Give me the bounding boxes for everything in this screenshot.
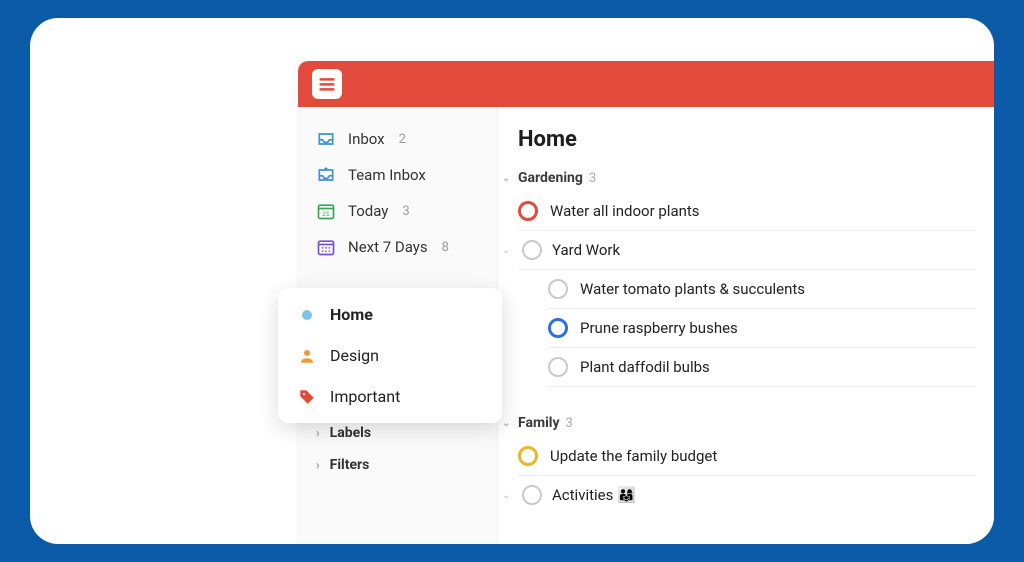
next7-icon [316,237,336,257]
sidebar-label: Inbox [348,130,385,148]
app-logo-icon [312,69,342,99]
chevron-down-icon: ⌄ [502,490,512,501]
chevron-down-icon: ⌄ [502,418,512,429]
section-count: 3 [589,171,596,186]
task-title: Prune raspberry bushes [580,319,738,337]
sidebar-item-next-7-days[interactable]: Next 7 Days 8 [298,229,497,265]
section-count: 3 [566,416,573,431]
chevron-right-icon: › [316,458,320,472]
sidebar-section-label: Labels [330,425,371,441]
task-row[interactable]: Update the family budget [518,437,976,476]
sidebar-label: Team Inbox [348,166,426,184]
chevron-down-icon: ⌄ [502,245,512,256]
favorite-item-home[interactable]: Home [278,294,502,335]
page-title: Home [518,127,976,152]
checkbox-icon[interactable] [548,357,568,377]
checkbox-icon[interactable] [522,485,542,505]
tag-icon [298,388,316,406]
app-top-bar [298,61,994,107]
section-header-gardening[interactable]: ⌄ Gardening 3 [502,170,976,186]
favorite-item-important[interactable]: Important [278,376,502,417]
person-icon [298,347,316,365]
sidebar-count: 2 [399,132,406,147]
subtask-row[interactable]: Prune raspberry bushes [548,309,976,348]
section-label: Gardening [518,170,583,186]
team-inbox-icon [316,165,336,185]
task-title: Plant daffodil bulbs [580,358,710,376]
checkbox-icon[interactable] [522,240,542,260]
task-title: Water tomato plants & succulents [580,280,805,298]
chevron-right-icon: › [316,426,320,440]
sidebar-item-inbox[interactable]: Inbox 2 [298,121,497,157]
section-header-family[interactable]: ⌄ Family 3 [502,415,976,431]
task-title: Yard Work [552,241,620,259]
subtask-row[interactable]: Plant daffodil bulbs [548,348,976,387]
project-dot-icon [298,306,316,324]
sidebar-label: Today [348,202,388,220]
favorite-item-design[interactable]: Design [278,335,502,376]
checkbox-icon[interactable] [548,279,568,299]
favorite-label: Home [330,305,373,324]
section-label: Family [518,415,560,431]
task-row-with-subtasks[interactable]: ⌄ Activities 👨‍👩‍👧 [518,476,976,514]
favorite-label: Design [330,346,379,365]
svg-text:21: 21 [322,211,330,218]
sidebar-section-label: Filters [330,457,370,473]
main-content: Home ⌄ Gardening 3 Water all indoor plan… [498,107,994,544]
task-title: Water all indoor plants [550,202,700,220]
priority-checkbox-icon[interactable] [518,446,538,466]
sidebar-item-today[interactable]: 21 Today 3 [298,193,497,229]
inbox-icon [316,129,336,149]
task-row-with-subtasks[interactable]: ⌄ Yard Work [518,231,976,270]
sidebar-item-team-inbox[interactable]: Team Inbox [298,157,497,193]
sidebar-count: 3 [402,204,409,219]
sidebar-label: Next 7 Days [348,238,428,256]
sidebar-count: 8 [442,240,449,255]
screenshot-frame: Inbox 2 Team Inbox 21 Today 3 [30,18,994,544]
task-title: Update the family budget [550,447,717,465]
priority-checkbox-icon[interactable] [548,318,568,338]
today-icon: 21 [316,201,336,221]
task-row[interactable]: Water all indoor plants [518,192,976,231]
favorite-label: Important [330,387,400,406]
favorites-popup: Home Design Important [278,288,502,423]
task-title: Activities 👨‍👩‍👧 [552,486,636,504]
subtask-row[interactable]: Water tomato plants & succulents [548,270,976,309]
priority-checkbox-icon[interactable] [518,201,538,221]
chevron-down-icon: ⌄ [502,173,512,184]
sidebar-section-filters[interactable]: › Filters [298,447,497,479]
